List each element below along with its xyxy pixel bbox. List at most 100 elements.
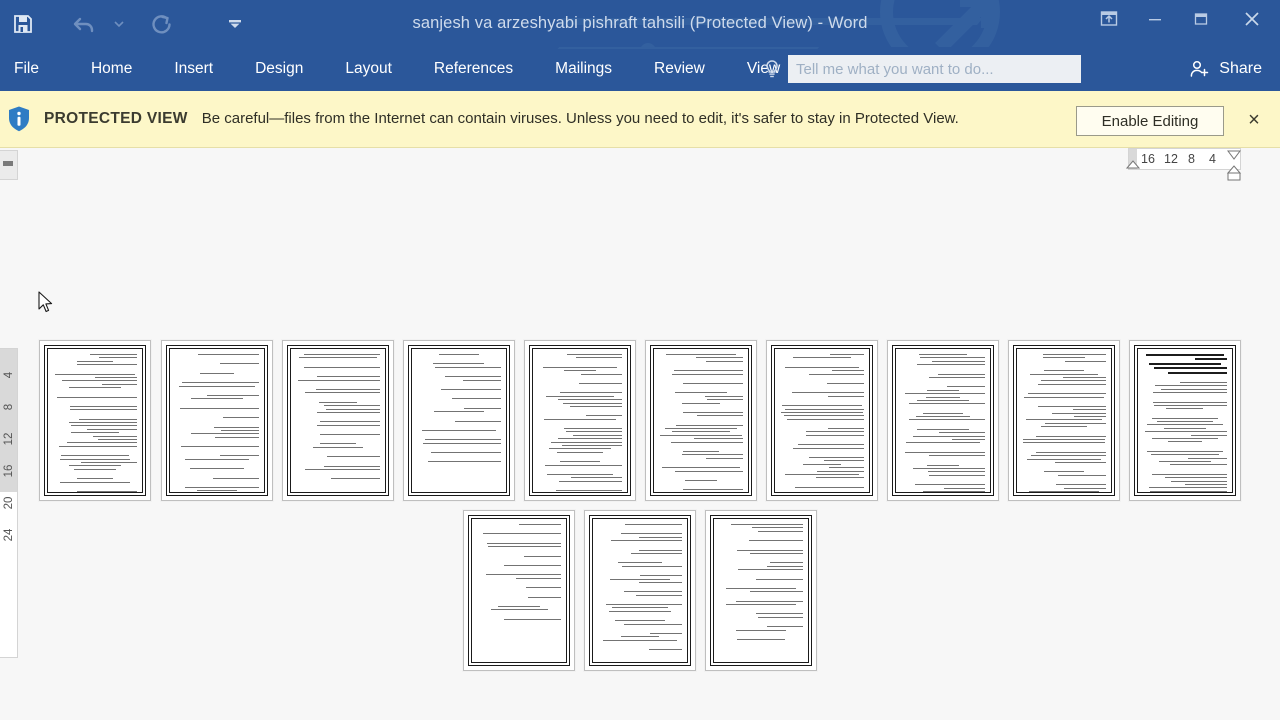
page-text-body bbox=[532, 348, 628, 493]
page-text-body bbox=[411, 348, 507, 493]
enable-editing-button[interactable]: Enable Editing bbox=[1076, 106, 1224, 136]
text-line bbox=[681, 402, 721, 404]
tab-review[interactable]: Review bbox=[638, 47, 721, 91]
text-line bbox=[572, 434, 622, 436]
text-line bbox=[578, 382, 622, 384]
text-line bbox=[696, 357, 743, 359]
page-text-body bbox=[653, 348, 749, 493]
redo-button[interactable] bbox=[138, 4, 184, 44]
page-thumbnail[interactable] bbox=[1129, 340, 1241, 501]
text-line bbox=[438, 354, 480, 355]
text-line bbox=[1065, 360, 1106, 362]
text-line bbox=[556, 451, 604, 453]
restore-button[interactable] bbox=[1178, 0, 1224, 38]
customize-qat-button[interactable] bbox=[212, 4, 258, 44]
text-line bbox=[444, 376, 501, 378]
save-button[interactable] bbox=[0, 4, 46, 44]
page-border-outer bbox=[892, 345, 994, 496]
text-line bbox=[752, 527, 803, 529]
text-line bbox=[571, 477, 622, 479]
ribbon-display-options-button[interactable] bbox=[1086, 0, 1132, 38]
text-line bbox=[735, 600, 803, 602]
text-line bbox=[784, 408, 864, 410]
enable-editing-label: Enable Editing bbox=[1101, 112, 1199, 130]
text-line bbox=[559, 392, 622, 394]
text-line bbox=[829, 354, 864, 355]
ribbon-tab-bar: File Home Insert Design Layout Reference… bbox=[0, 47, 1280, 91]
text-line bbox=[909, 419, 985, 421]
minimize-button[interactable] bbox=[1132, 0, 1178, 38]
page-thumbnail[interactable] bbox=[524, 340, 636, 501]
tab-home[interactable]: Home bbox=[75, 47, 148, 91]
text-line bbox=[180, 446, 259, 448]
tab-insert[interactable]: Insert bbox=[158, 47, 229, 91]
page-text-body bbox=[169, 348, 265, 493]
text-line bbox=[731, 524, 803, 525]
close-button[interactable] bbox=[1224, 0, 1280, 38]
text-line bbox=[938, 373, 985, 375]
close-protected-view-bar-button[interactable]: × bbox=[1240, 106, 1268, 134]
lightbulb-icon bbox=[760, 59, 784, 79]
text-line bbox=[435, 366, 501, 368]
undo-dropdown-button[interactable] bbox=[108, 4, 130, 44]
text-line bbox=[737, 569, 803, 571]
text-line bbox=[905, 451, 985, 453]
page-thumbnail[interactable] bbox=[584, 510, 696, 671]
ribbon-tabs: File Home Insert Design Layout Reference… bbox=[0, 47, 796, 91]
tab-label: File bbox=[14, 60, 39, 77]
text-line bbox=[98, 439, 137, 441]
tab-layout[interactable]: Layout bbox=[329, 47, 408, 91]
text-line bbox=[792, 392, 864, 394]
page-thumbnail[interactable] bbox=[645, 340, 757, 501]
text-line bbox=[672, 373, 743, 375]
page-thumbnail[interactable] bbox=[282, 340, 394, 501]
tab-references[interactable]: References bbox=[418, 47, 529, 91]
text-line bbox=[77, 364, 137, 366]
text-line bbox=[68, 465, 122, 467]
text-line bbox=[640, 575, 682, 577]
text-line bbox=[920, 357, 985, 359]
page-thumbnail[interactable] bbox=[887, 340, 999, 501]
text-line bbox=[602, 639, 678, 641]
text-line bbox=[76, 490, 137, 492]
page-thumbnail[interactable] bbox=[161, 340, 273, 501]
text-line bbox=[1180, 381, 1227, 383]
text-line bbox=[190, 468, 244, 470]
text-line bbox=[1023, 442, 1105, 444]
text-line bbox=[463, 379, 501, 381]
text-line bbox=[1144, 431, 1227, 433]
text-line bbox=[68, 387, 122, 389]
tell-me-input[interactable] bbox=[788, 55, 1081, 83]
tab-mailings[interactable]: Mailings bbox=[539, 47, 628, 91]
text-line bbox=[1073, 416, 1106, 418]
page-border-outer bbox=[408, 345, 510, 496]
text-line bbox=[928, 471, 985, 473]
page-thumbnail[interactable] bbox=[1008, 340, 1120, 501]
undo-button[interactable] bbox=[62, 4, 108, 44]
page-thumbnail[interactable] bbox=[403, 340, 515, 501]
text-line bbox=[697, 415, 743, 417]
page-thumbnail[interactable] bbox=[463, 510, 575, 671]
page-thumbnail[interactable] bbox=[39, 340, 151, 501]
tab-design[interactable]: Design bbox=[239, 47, 319, 91]
text-line bbox=[639, 581, 682, 583]
page-thumbnail[interactable] bbox=[705, 510, 817, 671]
tab-label: Design bbox=[255, 60, 304, 77]
text-line bbox=[434, 411, 484, 413]
share-button[interactable]: Share bbox=[1175, 47, 1280, 91]
text-line bbox=[806, 431, 864, 433]
text-line bbox=[316, 411, 380, 413]
text-line bbox=[1073, 409, 1106, 411]
text-line bbox=[620, 533, 682, 535]
tab-file[interactable]: File bbox=[0, 47, 55, 91]
text-line bbox=[636, 594, 682, 596]
page-thumbnail[interactable] bbox=[766, 340, 878, 501]
text-line bbox=[610, 540, 682, 542]
text-line bbox=[427, 461, 501, 463]
decorative-arrow-graphic bbox=[935, 0, 995, 47]
ribbon-display-icon bbox=[1100, 11, 1118, 26]
text-line bbox=[782, 405, 862, 407]
document-canvas[interactable]: 16 12 8 4 4 8 12 16 20 24 bbox=[0, 148, 1280, 720]
text-line bbox=[793, 447, 864, 449]
text-line bbox=[614, 620, 666, 622]
